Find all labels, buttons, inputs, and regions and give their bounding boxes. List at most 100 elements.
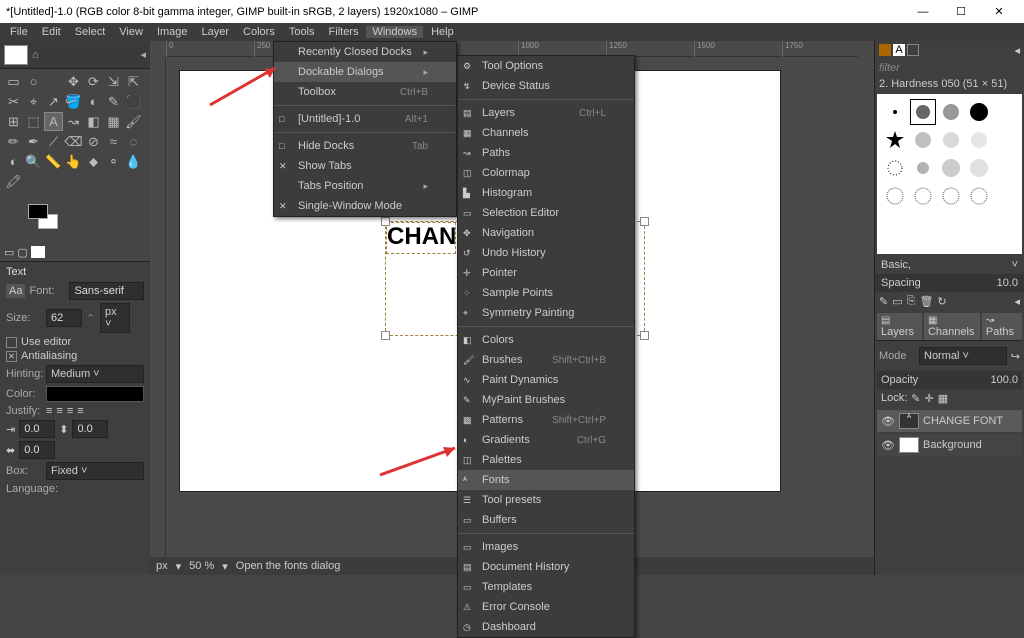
layer-name[interactable]: Background: [923, 439, 982, 451]
line-spacing-input[interactable]: [72, 420, 108, 438]
tool-12[interactable]: ✎: [104, 92, 123, 111]
menuitem-colormap[interactable]: ◫Colormap: [458, 163, 634, 183]
justify-center-icon[interactable]: ≡: [56, 405, 62, 417]
menuitem-buffers[interactable]: ▭Buffers: [458, 510, 634, 530]
menu-colors[interactable]: Colors: [237, 26, 281, 38]
brush-tab-icon[interactable]: [879, 44, 891, 56]
filter-field[interactable]: filter: [875, 60, 1024, 76]
options-icon[interactable]: ▭: [4, 246, 14, 259]
justify-fill-icon[interactable]: ≡: [77, 405, 83, 417]
mode-select[interactable]: Normal ˅: [919, 347, 1007, 365]
tool-1[interactable]: ○: [24, 72, 43, 91]
handle-se[interactable]: [640, 331, 649, 340]
menuitem-dashboard[interactable]: ◷Dashboard: [458, 617, 634, 637]
menuitem-sample-points[interactable]: ⁘Sample Points: [458, 283, 634, 303]
font-tab-icon[interactable]: A: [893, 44, 905, 56]
eye-icon[interactable]: 👁: [881, 439, 895, 452]
brush-new-icon[interactable]: ▭: [892, 295, 902, 308]
menu-layer[interactable]: Layer: [196, 26, 236, 38]
unit-display[interactable]: px: [156, 560, 168, 572]
layer-name[interactable]: CHANGE FONT: [923, 415, 1003, 427]
menuitem-hide-docks[interactable]: □Hide DocksTab: [274, 136, 456, 156]
menuitem-recently-closed-docks[interactable]: Recently Closed Docks▸: [274, 42, 456, 62]
menu-view[interactable]: View: [113, 26, 149, 38]
tool-2[interactable]: ਀: [44, 72, 63, 91]
unit-select[interactable]: px ˅: [100, 303, 130, 333]
menu-windows[interactable]: Windows: [366, 26, 423, 38]
ruler-vertical[interactable]: [150, 57, 166, 559]
indent-input[interactable]: [19, 420, 55, 438]
tool-5[interactable]: ⇲: [104, 72, 123, 91]
stepper-icon[interactable]: ⌃: [86, 312, 96, 325]
menuitem-undo-history[interactable]: ↺Undo History: [458, 243, 634, 263]
menuitem-channels[interactable]: ▦Channels: [458, 123, 634, 143]
menuitem-device-status[interactable]: ↯Device Status: [458, 76, 634, 96]
tool-17[interactable]: ↝: [64, 112, 83, 131]
opacity-value[interactable]: 100.0: [990, 374, 1018, 386]
text-color-swatch[interactable]: [46, 386, 144, 402]
box-select[interactable]: Fixed ˅: [46, 462, 144, 480]
menuitem-tabs-position[interactable]: Tabs Position▸: [274, 176, 456, 196]
hinting-select[interactable]: Medium ˅: [46, 365, 144, 383]
tool-6[interactable]: ⇱: [124, 72, 143, 91]
font-icon[interactable]: Aa: [6, 284, 25, 298]
menuitem-colors[interactable]: ◧Colors: [458, 330, 634, 350]
tool-35[interactable]: 🖍: [4, 172, 23, 191]
tool-8[interactable]: ⌖: [24, 92, 43, 111]
handle-nw[interactable]: [381, 217, 390, 226]
tab-layers[interactable]: ▤ Layers: [877, 313, 922, 340]
tab-channels[interactable]: ▦ Channels: [924, 313, 980, 340]
tool-10[interactable]: 🪣: [64, 92, 83, 111]
tool-21[interactable]: ✏: [4, 132, 23, 151]
menuitem-mypaint-brushes[interactable]: ✎MyPaint Brushes: [458, 390, 634, 410]
tool-28[interactable]: ◐: [4, 152, 23, 171]
minimize-button[interactable]: —: [904, 0, 942, 23]
tool-0[interactable]: ▭: [4, 72, 23, 91]
menuitem-paths[interactable]: ↝Paths: [458, 143, 634, 163]
menuitem-toolbox[interactable]: ToolboxCtrl+B: [274, 82, 456, 102]
menuitem-gradients[interactable]: ◐GradientsCtrl+G: [458, 430, 634, 450]
lock-alpha-icon[interactable]: ▦: [938, 392, 948, 405]
size-input[interactable]: [46, 309, 82, 327]
tool-7[interactable]: ✂: [4, 92, 23, 111]
justify-left-icon[interactable]: ≡: [46, 405, 52, 417]
menu-file[interactable]: File: [4, 26, 34, 38]
menuitem-templates[interactable]: ▭Templates: [458, 577, 634, 597]
tool-25[interactable]: ⊘: [84, 132, 103, 151]
text-content[interactable]: CHAN: [386, 222, 456, 254]
menu-select[interactable]: Select: [69, 26, 112, 38]
layer-row[interactable]: 👁ACHANGE FONT: [877, 410, 1022, 432]
tool-19[interactable]: ▦: [104, 112, 123, 131]
menuitem-brushes[interactable]: 🖌BrushesShift+Ctrl+B: [458, 350, 634, 370]
menuitem-histogram[interactable]: ▙Histogram: [458, 183, 634, 203]
tool-29[interactable]: 🔍: [24, 152, 43, 171]
tool-14[interactable]: ⊞: [4, 112, 23, 131]
brush-edit-icon[interactable]: ✎: [879, 295, 888, 308]
brush-menu-icon[interactable]: ◂: [1014, 295, 1020, 308]
tool-9[interactable]: ↗: [44, 92, 63, 111]
menu-help[interactable]: Help: [425, 26, 460, 38]
pattern-tab-icon[interactable]: [907, 44, 919, 56]
tool-34[interactable]: 💧: [124, 152, 143, 171]
tool-4[interactable]: ⟳: [84, 72, 103, 91]
menuitem-tool-presets[interactable]: ☰Tool presets: [458, 490, 634, 510]
fg-bg-swatch[interactable]: [28, 204, 64, 234]
doc-switcher[interactable]: ⌂ ◂: [0, 41, 150, 69]
tool-3[interactable]: ✥: [64, 72, 83, 91]
zoom-display[interactable]: 50 %: [189, 560, 214, 572]
tool-22[interactable]: ✒: [24, 132, 43, 151]
menuitem-error-console[interactable]: ⚠Error Console: [458, 597, 634, 617]
tool-15[interactable]: ⬚: [24, 112, 43, 131]
menuitem-pointer[interactable]: ✛Pointer: [458, 263, 634, 283]
menuitem-tool-options[interactable]: ⚙Tool Options: [458, 56, 634, 76]
menu-filters[interactable]: Filters: [323, 26, 365, 38]
tool-11[interactable]: ◐: [84, 92, 103, 111]
tool-32[interactable]: ⬥: [84, 152, 103, 171]
swatch-white[interactable]: [31, 246, 45, 258]
menuitem-palettes[interactable]: ◫Palettes: [458, 450, 634, 470]
lock-pixels-icon[interactable]: ✎: [911, 392, 920, 405]
lock-pos-icon[interactable]: ✛: [925, 392, 934, 405]
tab-paths[interactable]: ↝ Paths: [982, 313, 1022, 340]
brush-preset-label[interactable]: Basic,: [881, 259, 911, 271]
tool-33[interactable]: ⚬: [104, 152, 123, 171]
